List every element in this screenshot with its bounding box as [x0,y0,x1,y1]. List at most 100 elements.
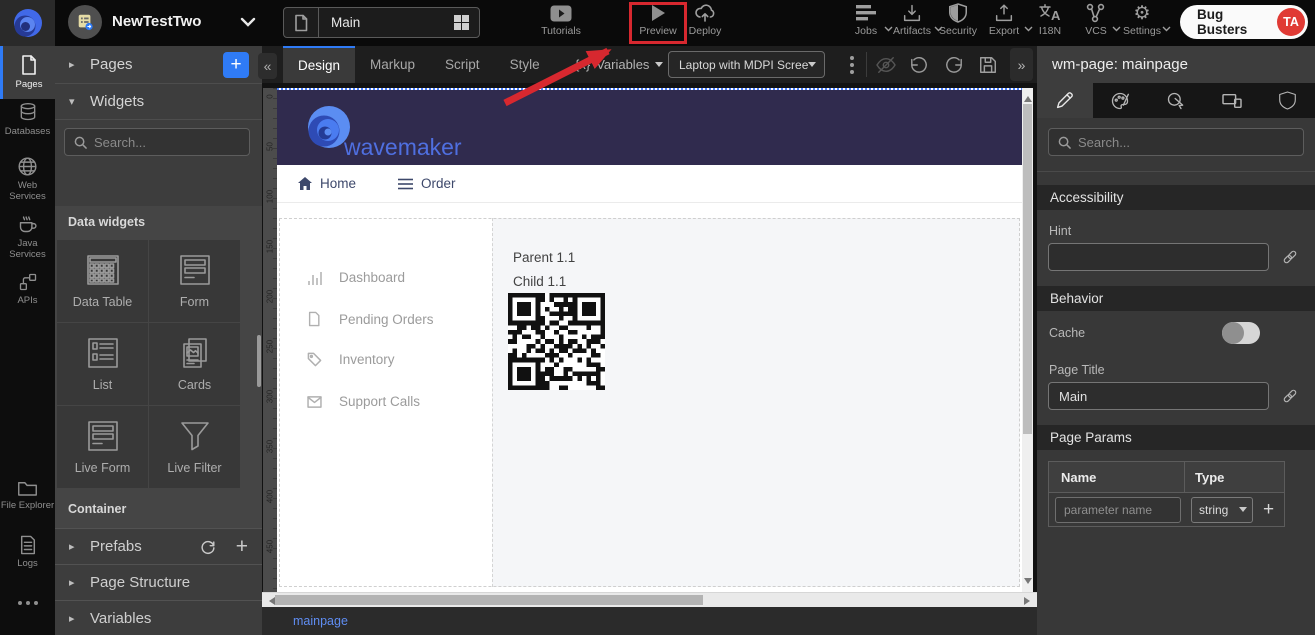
page-selector[interactable]: Main [283,7,480,38]
tab-design[interactable]: Design [283,46,355,83]
hide-outlines-button[interactable] [874,53,898,77]
properties-search-input[interactable] [1078,135,1303,150]
variables-row[interactable]: ▸ Variables [55,600,262,635]
rail-item-apis[interactable]: APIs [0,272,55,306]
hint-field[interactable] [1048,243,1269,271]
vcs-button[interactable]: VCS [1078,3,1114,45]
group-container: Container [55,490,262,528]
rail-item-web-services[interactable]: Web Services [0,156,55,202]
tab-events[interactable] [1148,83,1204,118]
artifacts-button[interactable]: Artifacts [888,3,936,45]
i18n-button[interactable]: A I18N [1030,3,1070,45]
project-chevron-down-icon[interactable] [240,17,256,27]
tile-label: Form [180,295,209,309]
scroll-right-arrow[interactable] [1024,597,1034,605]
widget-tile-form[interactable]: Form [149,240,240,322]
avatar[interactable]: TA [1277,8,1305,36]
horizontal-scroll-thumb[interactable] [275,595,703,605]
redo-button[interactable] [942,53,966,77]
settings-button[interactable]: ⚙ Settings [1120,3,1164,45]
child-label-widget[interactable]: Child 1.1 [513,274,566,289]
add-prefab-button[interactable]: + [236,535,248,559]
section-accessibility[interactable]: Accessibility [1037,185,1315,210]
widget-tile-list[interactable]: List [57,323,148,405]
security-button[interactable]: Security [936,3,980,45]
collapse-panel-button[interactable]: « [258,53,277,79]
widget-tile-cards[interactable]: Cards [149,323,240,405]
canvas-vertical-scrollbar[interactable] [1022,88,1033,592]
chevron-right-icon: ▸ [69,612,81,625]
param-type-select[interactable]: string [1191,497,1253,523]
widget-tile-data-table[interactable]: Data Table [57,240,148,322]
refresh-icon[interactable] [200,539,216,555]
status-tab-mainpage[interactable]: mainpage [293,614,348,628]
export-button[interactable]: Export [982,3,1026,45]
prefabs-row[interactable]: ▸ Prefabs + [55,528,262,564]
parent-label-widget[interactable]: Parent 1.1 [513,250,575,265]
team-button[interactable]: Bug Busters TA [1180,5,1308,39]
widgets-section-row[interactable]: ▾ Widgets [55,84,262,120]
menu-item-dashboard[interactable]: Dashboard [307,270,405,285]
scroll-down-arrow[interactable] [1024,578,1032,588]
widget-search-input[interactable] [94,135,249,150]
widget-tile-live-filter[interactable]: Live Filter [149,406,240,488]
tab-security[interactable] [1259,83,1315,118]
jobs-button[interactable]: Jobs [846,3,886,45]
tab-style[interactable]: Style [495,46,555,83]
page-structure-row[interactable]: ▸ Page Structure [55,564,262,600]
rail-item-databases[interactable]: Databases [0,101,55,137]
tab-properties[interactable] [1037,83,1093,118]
rail-item-file-explorer[interactable]: File Explorer [0,479,55,511]
menu-item-support-calls[interactable]: Support Calls [307,394,420,409]
design-canvas-page[interactable]: wavemaker Home Order Dashboard Pending O… [277,88,1022,592]
qr-code[interactable] [508,293,605,390]
add-param-button[interactable]: + [1263,499,1274,521]
kebab-menu[interactable] [840,53,864,77]
bind-hint-link-icon[interactable] [1281,248,1301,268]
properties-search[interactable] [1048,128,1304,156]
param-name-input[interactable] [1055,497,1181,523]
add-page-button[interactable]: + [223,52,249,78]
tab-styles[interactable] [1093,83,1149,118]
save-icon[interactable] [976,53,1000,77]
section-page-params[interactable]: Page Params [1037,425,1315,450]
project-avatar-icon[interactable] [68,5,102,39]
tab-script[interactable]: Script [430,46,495,83]
page-header-widget[interactable]: wavemaker [277,90,1022,165]
wavemaker-logo[interactable] [0,0,55,46]
scroll-up-arrow[interactable] [1024,92,1032,102]
nav-item-home[interactable]: Home [298,176,356,191]
wave-logo-icon [10,5,46,41]
menu-item-inventory[interactable]: Inventory [307,352,395,367]
pages-section-row[interactable]: ▸ Pages + [55,46,262,84]
canvas-horizontal-scrollbar[interactable] [262,592,1037,607]
rail-more-button[interactable] [0,601,55,605]
tab-markup[interactable]: Markup [355,46,430,83]
scroll-left-arrow[interactable] [265,597,275,605]
tutorials-button[interactable]: Tutorials [533,3,589,45]
rail-item-pages[interactable]: Pages [0,46,55,99]
undo-button[interactable] [907,53,931,77]
section-behavior[interactable]: Behavior [1037,286,1315,311]
nav-item-order[interactable]: Order [398,176,456,191]
bind-page-title-link-icon[interactable] [1281,387,1301,407]
page-title-field[interactable] [1048,382,1269,410]
vertical-scroll-thumb[interactable] [1023,104,1032,434]
cache-toggle[interactable] [1222,322,1260,344]
page-nav-widget[interactable]: Home Order [277,165,1022,203]
variables-label: Variables [596,57,649,72]
expand-panel-button[interactable]: » [1010,48,1033,81]
left-panel-scrollbar[interactable] [257,335,261,387]
device-selector[interactable]: Laptop with MDPI Screen [668,51,825,78]
deploy-button[interactable]: Deploy [681,3,729,45]
menu-item-pending-orders[interactable]: Pending Orders [307,311,434,327]
widget-search[interactable] [64,128,250,156]
widget-tile-live-form[interactable]: Live Form [57,406,148,488]
rail-item-java-services[interactable]: Java Services [0,214,55,260]
brand-text[interactable]: wavemaker [344,134,462,161]
variables-dropdown[interactable]: {x} Variables [575,46,663,83]
preview-button[interactable]: Preview [633,3,683,45]
tab-devices[interactable] [1204,83,1260,118]
rail-item-logs[interactable]: Logs [0,535,55,569]
pages-grid-icon[interactable] [454,15,469,30]
